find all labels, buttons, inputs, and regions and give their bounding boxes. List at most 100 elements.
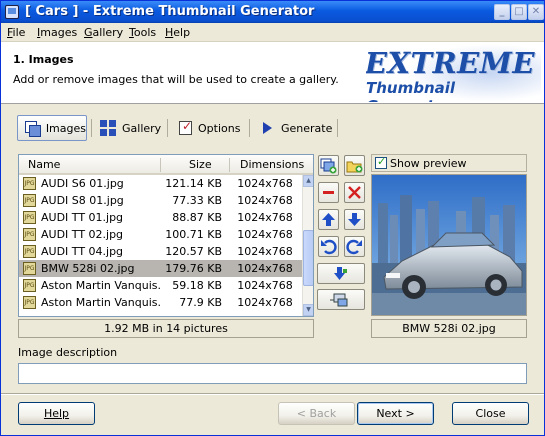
menu-help[interactable]: Help [165,26,190,39]
checkbox-checked-icon[interactable] [375,155,387,169]
product-logo: EXTREME Thumbnail Generator [366,44,541,102]
image-preview [371,174,527,316]
file-size: 77.33 KB [172,194,222,207]
close-window-button[interactable]: ✕ [528,4,544,20]
list-summary: 1.92 MB in 14 pictures [18,319,314,338]
file-dimensions: 1024x768 [237,296,293,309]
show-preview-checkbox[interactable]: Show preview [371,154,527,172]
tab-options-label: Options [198,121,241,135]
tab-separator [249,119,250,137]
tab-separator [91,119,92,137]
column-header-name[interactable]: Name [28,158,60,171]
add-folder-button[interactable] [344,155,365,176]
menu-images[interactable]: Images [37,26,77,39]
show-preview-label: Show preview [390,157,467,170]
preview-caption: BMW 528i 02.jpg [371,319,527,338]
image-properties-button[interactable] [317,289,365,310]
tab-separator [337,119,338,137]
close-button[interactable]: Close [452,402,529,425]
rotate-left-icon [321,239,337,255]
file-name: Aston Martin Vanquis... [41,296,161,309]
jpg-file-icon: JPG [23,228,36,241]
scroll-up-arrow-icon[interactable]: ▲ [303,175,313,187]
file-dimensions: 1024x768 [237,228,293,241]
rotate-right-icon [346,239,362,255]
back-button[interactable]: < Back [278,402,355,425]
menu-help-label: elp [173,26,191,39]
sort-icon [334,267,347,280]
rotate-right-button[interactable] [344,236,365,257]
column-header-size[interactable]: Size [189,158,212,171]
logo-line-2: Thumbnail Generator [366,79,456,102]
tab-options[interactable]: Options [179,115,249,141]
list-scrollbar[interactable]: ▲ ▼ [302,175,313,316]
menu-images-label: mages [40,26,78,39]
gallery-grid-icon [100,120,116,136]
step-description: Add or remove images that will be used t… [13,73,339,86]
list-header: Name Size Dimensions [19,155,313,175]
menu-bar: File Images Gallery Tools Help [1,23,544,42]
table-row[interactable]: JPG Aston Martin Vanquis... 59.18 KB 102… [19,277,302,294]
table-row[interactable]: JPG AUDI TT 02.jpg 100.71 KB 1024x768 [19,226,302,243]
jpg-file-icon: JPG [23,296,36,309]
title-bar[interactable]: [ Cars ] - Extreme Thumbnail Generator _… [1,1,544,23]
jpg-file-icon: JPG [23,245,36,258]
scroll-down-arrow-icon[interactable]: ▼ [303,304,313,316]
help-button[interactable]: Help [18,402,95,425]
jpg-file-icon: JPG [23,194,36,207]
app-icon[interactable] [5,5,19,19]
menu-tools-label: ools [133,26,157,39]
move-down-button[interactable] [344,209,365,230]
menu-gallery[interactable]: Gallery [84,26,123,39]
menu-tools[interactable]: Tools [129,26,156,39]
generate-play-icon [259,120,275,136]
remove-image-button[interactable] [318,182,339,203]
image-description-input[interactable] [18,363,527,384]
app-window: [ Cars ] - Extreme Thumbnail Generator _… [0,0,545,436]
sort-button[interactable] [317,263,365,284]
file-dimensions: 1024x768 [237,279,293,292]
file-name: AUDI TT 04.jpg [41,245,124,258]
image-description-label: Image description [18,346,118,359]
table-row-selected[interactable]: JPG BMW 528i 02.jpg 179.76 KB 1024x768 [19,260,302,277]
file-name: BMW 528i 02.jpg [41,262,135,275]
tab-generate[interactable]: Generate [259,115,333,141]
images-icon [24,120,41,137]
file-name: AUDI TT 01.jpg [41,211,124,224]
rotate-left-button[interactable] [318,236,339,257]
table-row[interactable]: JPG Aston Martin Vanquis... 77.9 KB 1024… [19,294,302,311]
tab-separator [167,119,168,137]
add-images-icon [320,158,337,174]
table-row[interactable]: JPG AUDI S8 01.jpg 77.33 KB 1024x768 [19,192,302,209]
window-title: [ Cars ] - Extreme Thumbnail Generator [25,4,315,19]
clear-x-icon [348,186,361,199]
minimize-button[interactable]: _ [494,4,510,20]
column-divider[interactable] [229,158,230,172]
move-up-button[interactable] [318,209,339,230]
menu-file[interactable]: File [7,26,25,39]
file-dimensions: 1024x768 [237,177,293,190]
table-row[interactable]: JPG AUDI TT 04.jpg 120.57 KB 1024x768 [19,243,302,260]
jpg-file-icon: JPG [23,177,36,190]
add-folder-icon [346,161,363,173]
image-list[interactable]: Name Size Dimensions JPG AUDI S6 01.jpg … [18,154,314,317]
next-button[interactable]: Next > [357,402,434,425]
table-row[interactable]: JPG AUDI TT 01.jpg 88.87 KB 1024x768 [19,209,302,226]
tab-gallery[interactable]: Gallery [100,115,162,141]
column-header-dimensions[interactable]: Dimensions [240,158,304,171]
table-row[interactable]: JPG AUDI S6 01.jpg 121.14 KB 1024x768 [19,175,302,192]
file-dimensions: 1024x768 [237,211,293,224]
help-button-label: Help [43,407,70,420]
options-checklist-icon [179,119,192,135]
file-dimensions: 1024x768 [237,262,293,275]
scrollbar-thumb[interactable] [303,230,313,286]
clear-all-button[interactable] [344,182,365,203]
jpg-file-icon: JPG [23,211,36,224]
file-size: 179.76 KB [165,262,222,275]
add-images-button[interactable] [318,155,339,176]
file-size: 121.14 KB [165,177,222,190]
maximize-button[interactable]: □ [511,4,527,20]
tab-images[interactable]: Images [17,115,87,141]
column-divider[interactable] [160,158,161,172]
file-name: Aston Martin Vanquis... [41,279,161,292]
